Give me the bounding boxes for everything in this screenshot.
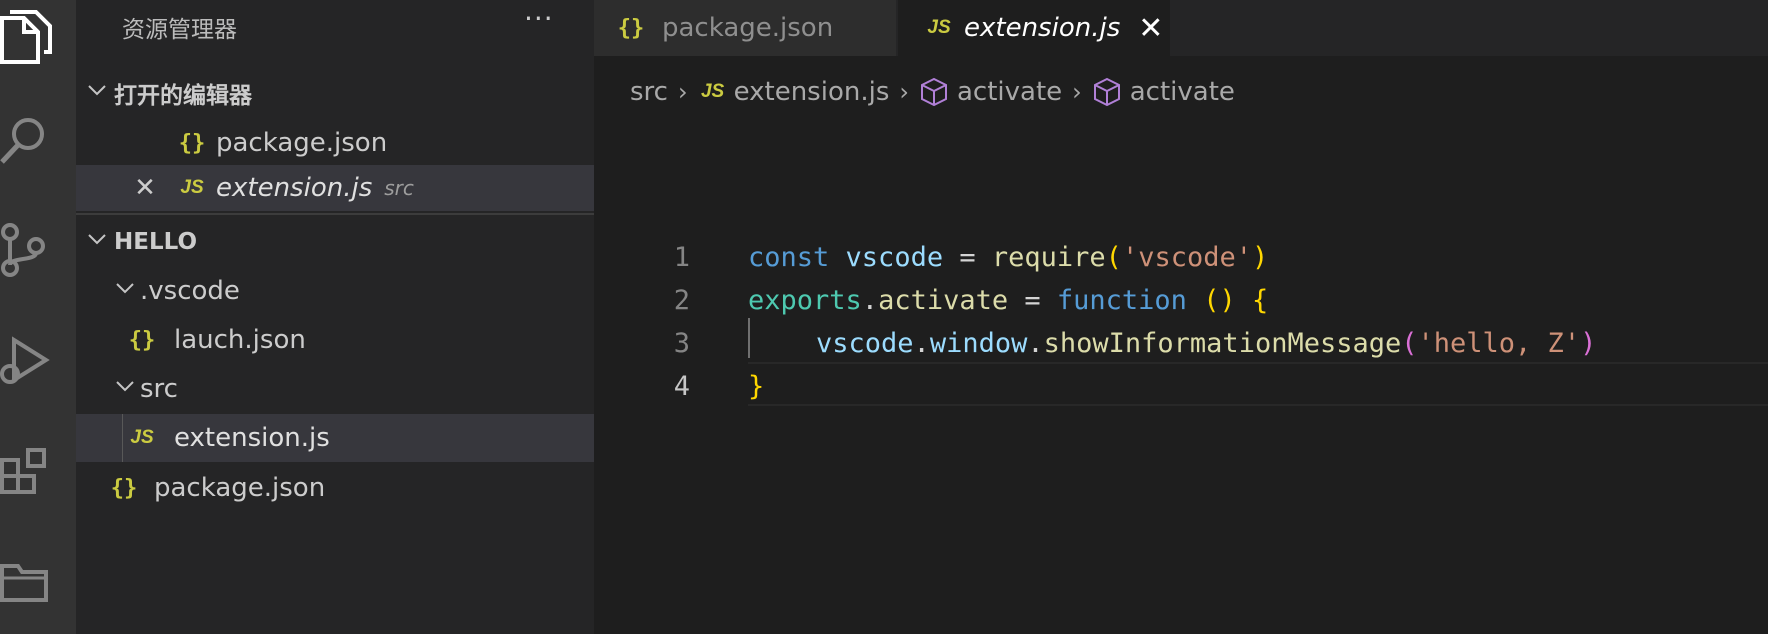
code-line: 1 const vscode = require('vscode') (594, 236, 1768, 279)
chevron-down-icon (82, 79, 112, 107)
source-control-icon[interactable] (0, 222, 56, 288)
activity-bar (0, 0, 76, 634)
open-editors-label: 打开的编辑器 (114, 83, 252, 109)
folder-icon[interactable] (0, 552, 56, 618)
open-editor-description: src (384, 176, 414, 200)
json-file-icon: {} (178, 130, 206, 156)
indent-guide (122, 414, 123, 462)
js-file-icon: JS (130, 427, 154, 448)
tree-folder-src[interactable]: src (76, 366, 594, 412)
tab-label: extension.js (964, 13, 1121, 43)
section-divider (76, 213, 594, 215)
symbol-method-icon (1092, 77, 1122, 108)
json-file-icon: {} (110, 475, 138, 501)
json-file-icon: {} (128, 327, 156, 353)
extensions-icon[interactable] (0, 440, 56, 506)
json-file-icon: {} (617, 15, 645, 41)
line-number: 1 (673, 242, 690, 273)
breadcrumb-symbol[interactable]: activate (1130, 77, 1235, 107)
sidebar-title: 资源管理器 (122, 17, 237, 43)
tab-bar: {} package.json JS extension.js ✕ (594, 0, 1768, 56)
symbol-method-icon (919, 77, 949, 108)
tree-file-package[interactable]: {} package.json (76, 465, 594, 511)
breadcrumb-folder[interactable]: src (630, 77, 668, 107)
tab-package-json[interactable]: {} package.json (594, 0, 896, 56)
file-name: package.json (154, 473, 326, 503)
code-line: 3 vscode.window.showInformationMessage('… (594, 322, 1768, 365)
chevron-right-icon: › (1072, 78, 1082, 106)
line-number: 3 (673, 328, 690, 359)
open-editors-header[interactable]: 打开的编辑器 (76, 70, 594, 116)
file-name: lauch.json (174, 325, 306, 355)
run-debug-icon[interactable] (0, 332, 56, 398)
tree-file-extension[interactable]: JS extension.js (76, 414, 594, 462)
js-file-icon: JS (927, 17, 951, 38)
folder-name: src (140, 374, 178, 404)
chevron-down-icon (110, 277, 140, 305)
tab-label: package.json (662, 13, 834, 43)
js-file-icon: JS (180, 177, 204, 198)
code-line: 2 exports.activate = function () { (594, 279, 1768, 322)
tab-extension-js[interactable]: JS extension.js ✕ (898, 0, 1170, 56)
open-editor-filename: extension.js (216, 173, 373, 203)
tree-folder-vscode[interactable]: .vscode (76, 268, 594, 314)
breadcrumb-file[interactable]: extension.js (734, 77, 890, 107)
explorer-sidebar: 资源管理器 ··· 打开的编辑器 {} package.json ✕ JS ex… (76, 0, 594, 634)
workspace-header[interactable]: HELLO (76, 219, 594, 265)
chevron-down-icon (82, 228, 112, 256)
folder-name: .vscode (140, 276, 240, 306)
close-icon[interactable]: ✕ (1138, 11, 1163, 46)
code-editor[interactable]: 1 const vscode = require('vscode') 2 exp… (594, 118, 1768, 634)
chevron-down-icon (110, 375, 140, 403)
file-name: extension.js (174, 423, 330, 453)
search-icon[interactable] (0, 112, 56, 178)
open-editor-item-extension[interactable]: ✕ JS extension.js src (76, 165, 594, 211)
line-number: 4 (673, 371, 690, 402)
line-number: 2 (673, 285, 690, 316)
workspace-label: HELLO (114, 229, 198, 255)
close-icon[interactable]: ✕ (130, 173, 160, 203)
breadcrumb-symbol[interactable]: activate (957, 77, 1062, 107)
open-editor-filename: package.json (216, 128, 388, 158)
breadcrumb: src › JS extension.js › activate › activ… (630, 72, 1235, 112)
tree-file-launch[interactable]: {} lauch.json (76, 317, 594, 363)
chevron-right-icon: › (677, 78, 688, 106)
js-file-icon: JS (700, 81, 725, 102)
more-actions-icon[interactable]: ··· (524, 2, 554, 35)
code-line: 4 } (594, 365, 1768, 408)
open-editor-item-package[interactable]: {} package.json (76, 120, 594, 166)
chevron-right-icon: › (899, 78, 909, 106)
explorer-icon[interactable] (0, 10, 56, 76)
